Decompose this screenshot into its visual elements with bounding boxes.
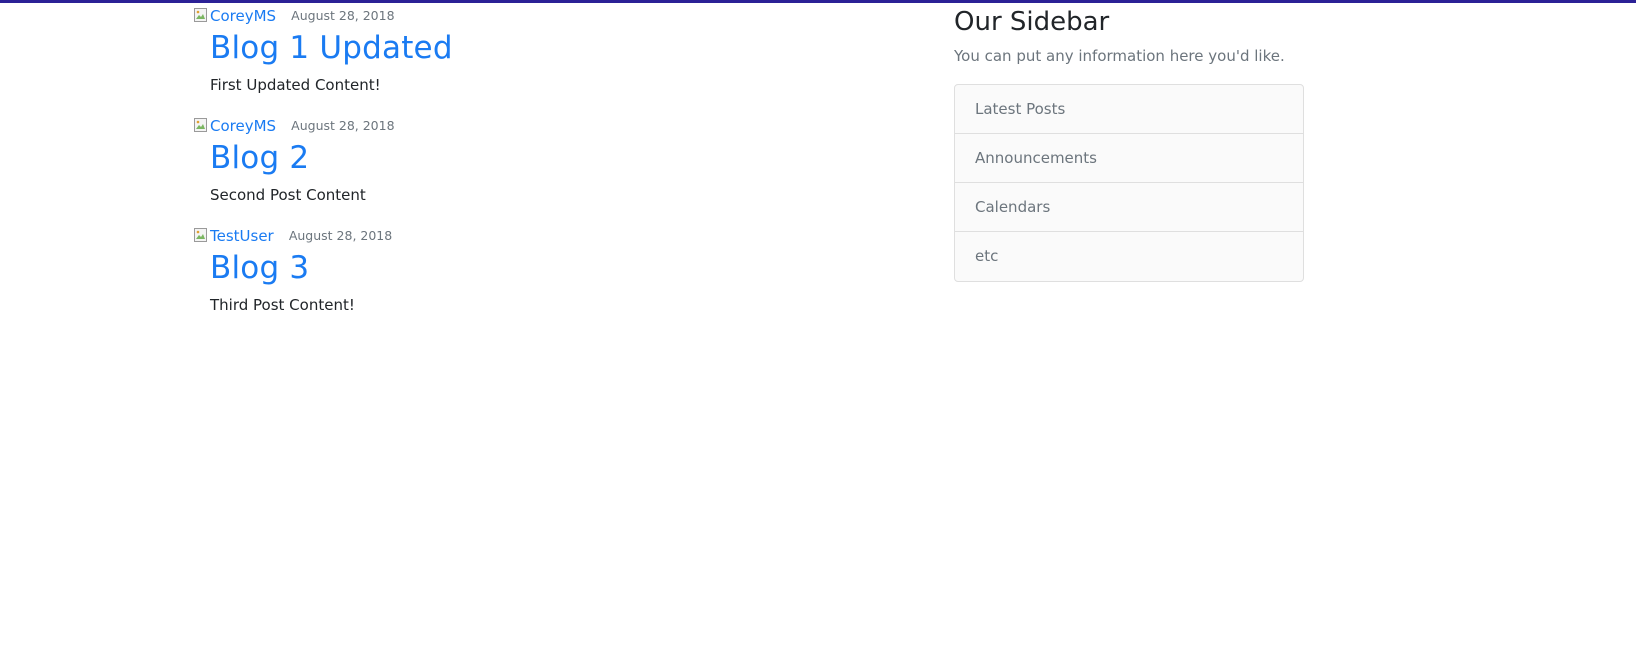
author-profile-image[interactable]: TestUser <box>194 226 274 246</box>
post-date: August 28, 2018 <box>291 8 395 23</box>
author-image-alt: CoreyMS <box>210 7 277 25</box>
sidebar-item-calendars[interactable]: Calendars <box>955 183 1303 232</box>
post-title-link[interactable]: Blog 2 <box>210 138 309 178</box>
broken-image-icon <box>194 8 207 22</box>
sidebar-item-latest-posts[interactable]: Latest Posts <box>955 85 1303 134</box>
post-date: August 28, 2018 <box>288 228 393 243</box>
sidebar-list: Latest Posts Announcements Calendars etc <box>954 84 1304 282</box>
broken-image-icon <box>194 118 207 132</box>
sidebar-description: You can put any information here you'd l… <box>954 47 1285 65</box>
sidebar-item-announcements[interactable]: Announcements <box>955 134 1303 183</box>
article-metadata: TestUser August 28, 2018 <box>194 220 393 246</box>
article-metadata: CoreyMS August 28, 2018 <box>194 0 395 26</box>
post-title-link[interactable]: Blog 1 Updated <box>210 28 453 68</box>
post-content: Second Post Content <box>210 186 366 204</box>
broken-image-icon <box>194 228 207 242</box>
sidebar-title: Our Sidebar <box>954 7 1110 37</box>
author-profile-image[interactable]: CoreyMS <box>194 116 276 136</box>
author-image-alt: TestUser <box>210 227 274 245</box>
sidebar-item-etc[interactable]: etc <box>955 232 1303 281</box>
author-profile-image[interactable]: CoreyMS <box>194 6 276 26</box>
article-metadata: CoreyMS August 28, 2018 <box>194 110 395 136</box>
post-content: First Updated Content! <box>210 76 381 94</box>
post-date: August 28, 2018 <box>291 118 395 133</box>
post-content: Third Post Content! <box>210 296 355 314</box>
author-image-alt: CoreyMS <box>210 117 277 135</box>
post-title-link[interactable]: Blog 3 <box>210 248 309 288</box>
